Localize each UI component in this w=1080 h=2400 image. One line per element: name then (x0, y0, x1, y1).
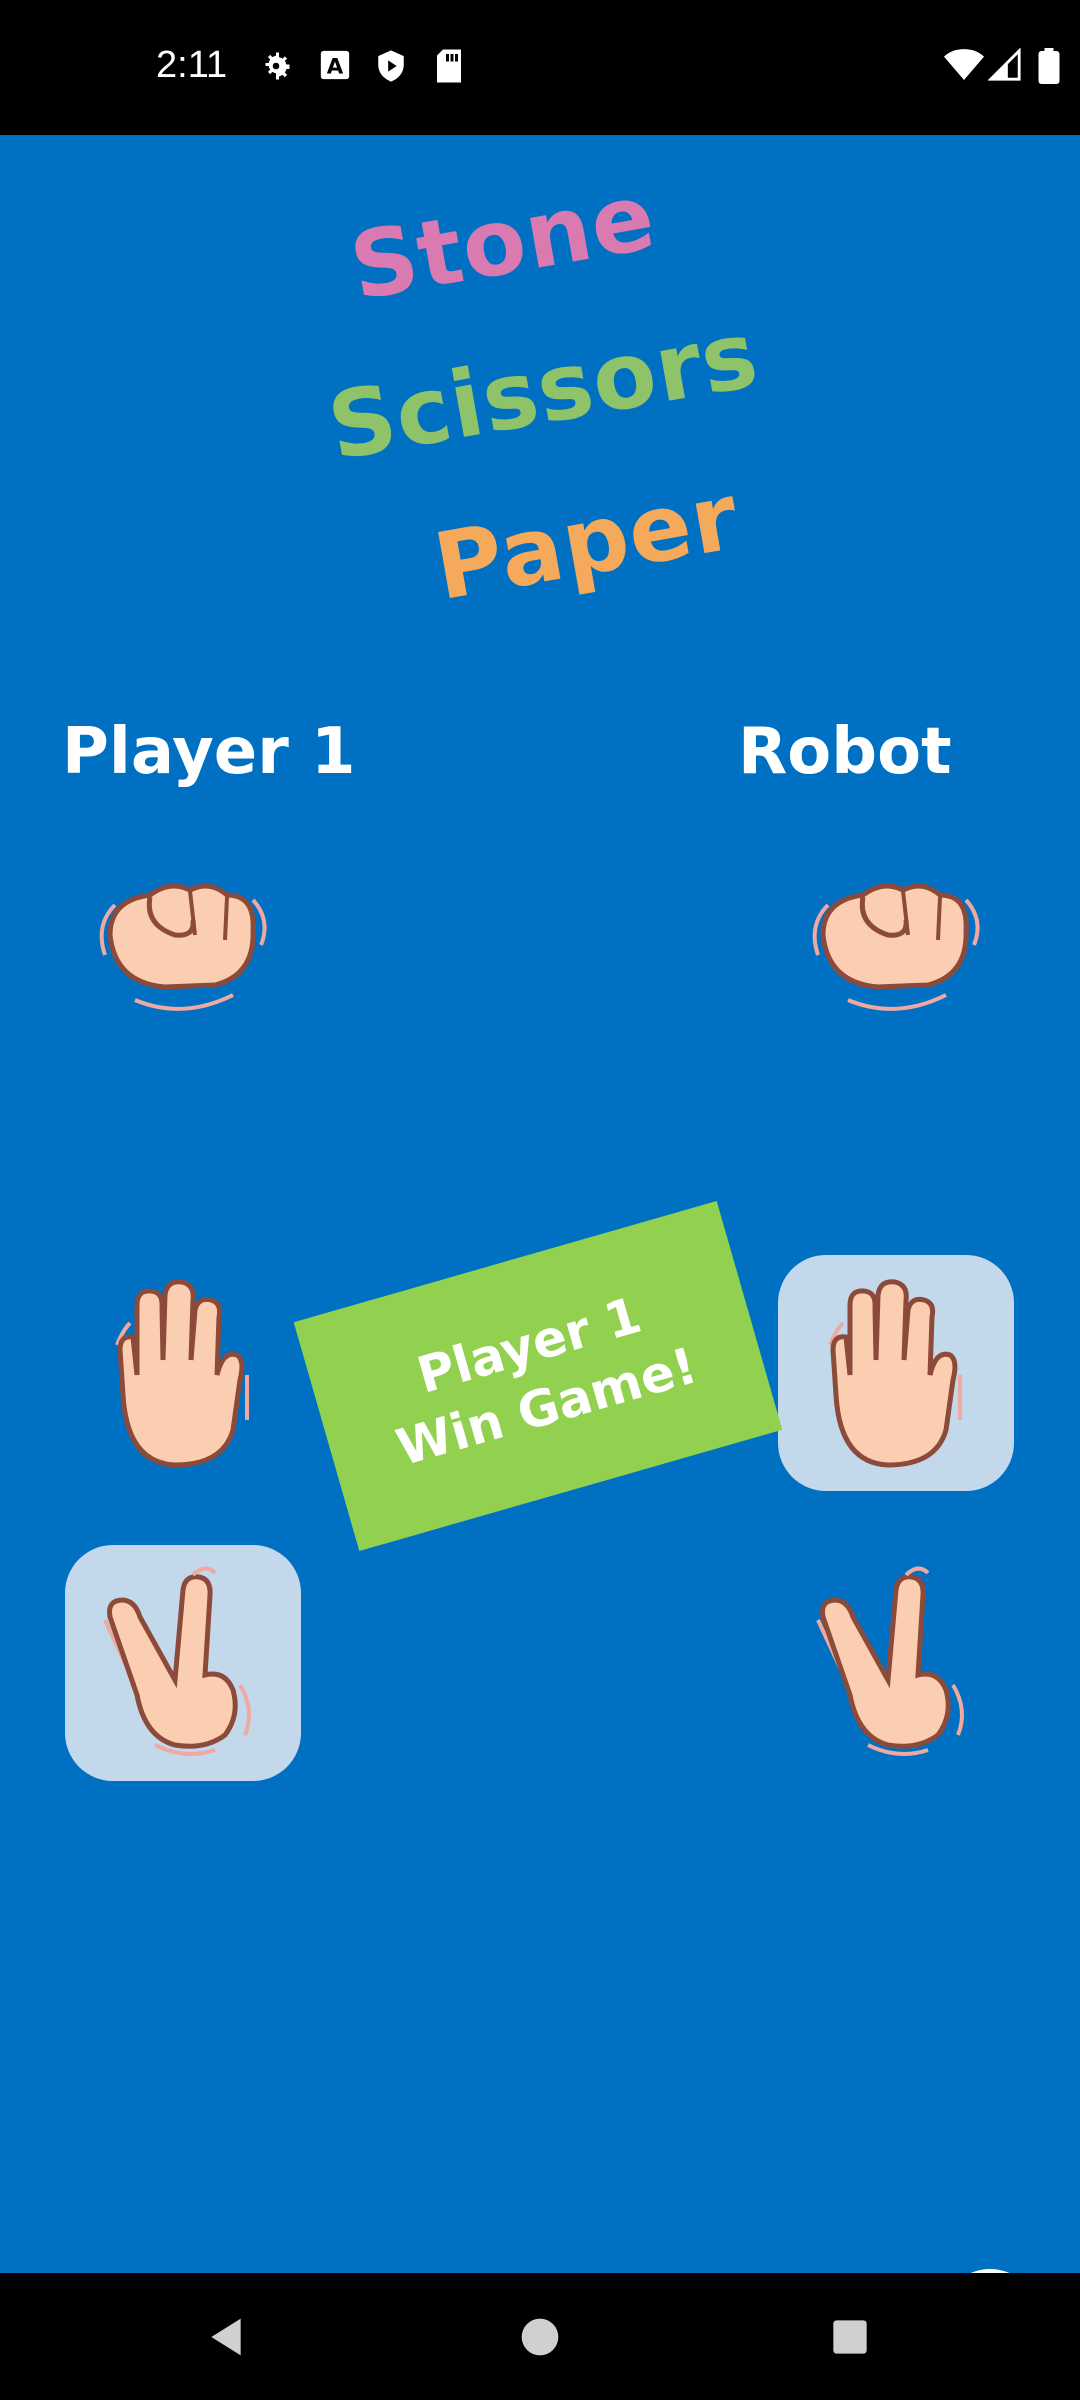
player1-label: Player 1 (62, 715, 356, 789)
sd-card-icon (437, 49, 461, 83)
wifi-icon (944, 49, 984, 80)
robot-scissors-button[interactable] (778, 1545, 1014, 1781)
player1-scissors-button[interactable] (65, 1545, 301, 1781)
status-bar: 2:11 A (0, 0, 1080, 135)
back-icon[interactable] (204, 2315, 248, 2359)
status-time: 2:11 (156, 44, 228, 86)
title-stone: Stone (342, 162, 663, 322)
title-scissors: Scissors (320, 300, 766, 482)
game-screen: Stone Scissors Paper Player 1 Robot Play… (0, 135, 1080, 2365)
victory-hand-icon (816, 1566, 964, 1756)
result-card: Player 1 Win Game! (293, 1200, 783, 1552)
home-icon[interactable] (518, 2315, 562, 2359)
robot-label: Robot (738, 715, 952, 789)
fist-icon (99, 883, 267, 1011)
play-shield-icon (378, 50, 404, 82)
navigation-bar (0, 2273, 1080, 2400)
palm-icon (115, 1279, 249, 1468)
victory-hand-icon (103, 1566, 251, 1756)
a-icon: A (320, 50, 350, 80)
player1-paper-button[interactable] (65, 1255, 301, 1491)
battery-icon (1038, 48, 1060, 84)
robot-paper-button[interactable] (778, 1255, 1014, 1491)
fist-icon (812, 883, 980, 1011)
title-paper: Paper (426, 462, 747, 622)
palm-icon (828, 1279, 962, 1468)
gear-icon (265, 52, 290, 80)
robot-stone-button[interactable] (778, 825, 1014, 1061)
recents-icon[interactable] (830, 2317, 870, 2357)
svg-text:A: A (327, 55, 344, 80)
signal-icon (988, 48, 1021, 81)
player1-stone-button[interactable] (65, 825, 301, 1061)
